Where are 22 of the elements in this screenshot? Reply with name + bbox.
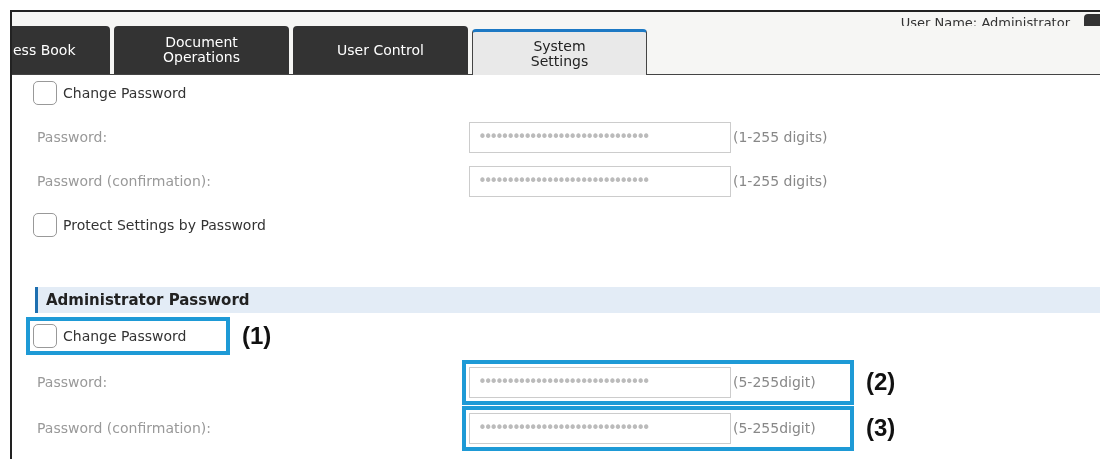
field-label: Password (confirmation):	[37, 420, 212, 436]
checkbox-label: Protect Settings by Password	[63, 217, 266, 233]
field-hint: (1-255 digits)	[733, 173, 828, 189]
checkbox[interactable]	[33, 213, 57, 237]
field-hint: (5-255digit)	[733, 420, 817, 436]
callout-number: (1)	[242, 322, 272, 350]
section-title: Administrator Password	[35, 287, 1100, 313]
tab[interactable]: System Settings	[472, 29, 647, 75]
field-label: Password (confirmation):	[37, 173, 212, 189]
field-label: Password:	[37, 129, 109, 145]
field-hint: (5-255digit)	[733, 374, 817, 390]
callout-number: (2)	[866, 368, 896, 396]
checkbox[interactable]	[33, 324, 57, 348]
checkbox-label: Change Password	[63, 85, 187, 101]
tab[interactable]: ess Book	[12, 26, 110, 74]
checkbox[interactable]	[33, 81, 57, 105]
tab[interactable]: User Control	[293, 26, 468, 74]
callout-number: (3)	[866, 414, 896, 442]
field-hint: (1-255 digits)	[733, 129, 828, 145]
tab[interactable]: Document Operations	[114, 26, 289, 74]
field-label: Password:	[37, 374, 109, 390]
checkbox-label: Change Password	[63, 328, 188, 344]
